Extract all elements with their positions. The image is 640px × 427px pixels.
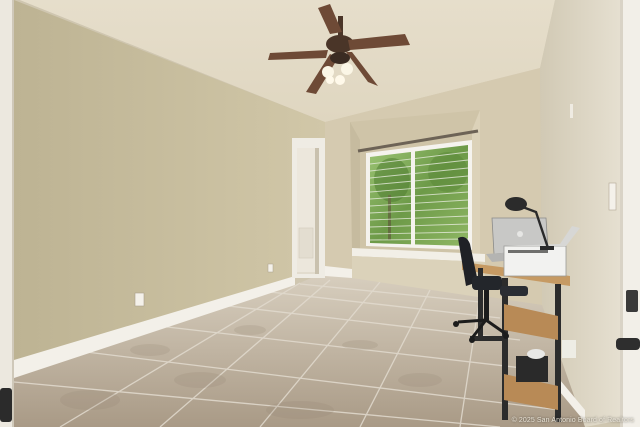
fan-light — [322, 66, 334, 78]
room-photo: © 2025 San Antonio Board of Realtors — [0, 0, 640, 427]
photo-watermark: © 2025 San Antonio Board of Realtors — [511, 417, 634, 424]
light-switch[interactable] — [608, 182, 617, 211]
wall-outlet — [134, 292, 145, 307]
room-illustration — [0, 0, 640, 427]
wall-outlet-small — [267, 263, 274, 273]
fan-light — [341, 63, 353, 75]
door-hinge — [626, 290, 638, 312]
left-door-frame — [0, 0, 14, 427]
fan-light — [335, 75, 345, 85]
window-mullion — [411, 150, 415, 246]
door-lever[interactable] — [616, 338, 640, 350]
thermostat — [570, 104, 573, 118]
